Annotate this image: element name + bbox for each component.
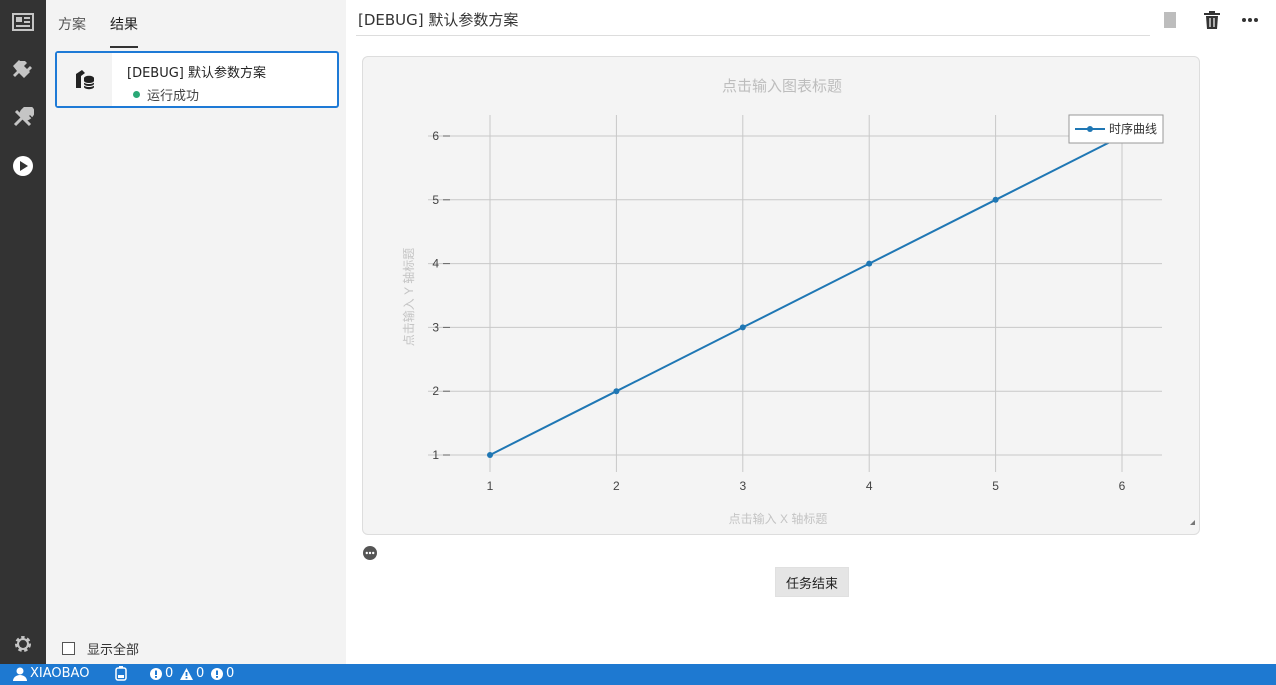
line-chart: 点击输入图表标题 点击输入 X 轴标题 点击输入 Y 轴标题 1 2 3 4 5 6 1 2 3… [401,78,1195,526]
x-tick-label: 5 [992,479,999,493]
data-point[interactable] [487,452,493,458]
task-end-button[interactable]: 任务结束 [775,567,849,597]
tab-plans[interactable]: 方案 [58,14,86,34]
x-tick-label: 4 [866,479,873,493]
error-count[interactable]: 0 [150,666,173,681]
y-tick-label: 2 [432,384,439,398]
device-icon[interactable] [115,666,130,681]
stop-icon[interactable] [1158,8,1182,32]
x-tick-label: 6 [1119,479,1126,493]
error-count-value: 0 [165,666,174,681]
y-tick-label: 4 [432,257,439,271]
user-name: XIAOBAO [30,666,90,681]
data-point[interactable] [866,260,873,267]
chart-title[interactable]: 点击输入图表标题 [722,78,842,95]
info-count-value: 0 [226,666,235,681]
error-icon [150,667,162,680]
y-tick-label: 5 [432,193,439,207]
trash-icon[interactable] [1200,8,1224,32]
chart-legend: 时序曲线 [1068,114,1164,144]
more-circle-icon[interactable] [363,545,377,560]
tools-icon[interactable] [0,98,46,138]
user-icon [13,667,27,681]
info-count[interactable]: 0 [211,666,234,681]
result-title: [DEBUG] 默认参数方案 [127,66,267,81]
data-point[interactable] [613,388,620,395]
activity-bar [0,0,46,664]
more-horizontal-icon[interactable] [1238,8,1262,32]
show-all-checkbox[interactable] [62,642,75,655]
page-title[interactable]: [DEBUG] 默认参数方案 [358,9,518,30]
data-point[interactable] [739,324,746,331]
x-tick-label: 2 [613,479,620,493]
legend-label: 时序曲线 [1109,121,1157,136]
warning-icon [180,667,193,680]
status-bar: XIAOBAO 0 0 0 [0,664,1276,685]
show-all-label: 显示全部 [87,643,140,658]
warning-count-value: 0 [196,666,205,681]
legend-marker [1087,126,1093,132]
gear-icon[interactable] [0,624,46,664]
y-tick-label: 3 [432,320,439,334]
y-tick-label: 6 [432,129,439,143]
x-tick-label: 3 [739,479,746,493]
active-tab-indicator [110,46,138,48]
info-icon [211,667,223,680]
result-status: 运行成功 [133,85,199,104]
x-tick-label: 1 [487,479,494,493]
side-tabs: 方案 结果 [46,0,346,48]
user-account[interactable]: XIAOBAO [13,666,89,681]
resize-handle-icon[interactable] [1190,520,1195,525]
tab-results[interactable]: 结果 [110,14,138,34]
plugin-icon[interactable] [0,50,46,90]
title-underline [356,35,1150,36]
side-panel: 方案 结果 [DEBUG] 默认参数方案 运行成功 显示全部 [46,0,346,664]
data-point[interactable] [992,196,999,203]
result-item[interactable]: [DEBUG] 默认参数方案 运行成功 [55,51,339,108]
dashboard-icon[interactable] [0,2,46,42]
status-text: 运行成功 [147,89,200,104]
show-all-toggle[interactable]: 显示全部 [62,639,139,658]
y-axis-title[interactable]: 点击输入 Y 轴标题 [401,248,416,346]
series-line [489,135,1123,456]
x-axis-title[interactable]: 点击输入 X 轴标题 [729,511,828,526]
task-database-icon [57,53,112,106]
warning-count[interactable]: 0 [180,666,204,681]
run-icon[interactable] [0,146,46,186]
status-dot [133,91,140,98]
y-tick-label: 1 [432,448,439,462]
chart-container: 点击输入图表标题 点击输入 X 轴标题 点击输入 Y 轴标题 1 2 3 4 5 6 1 2 3… [362,56,1200,535]
